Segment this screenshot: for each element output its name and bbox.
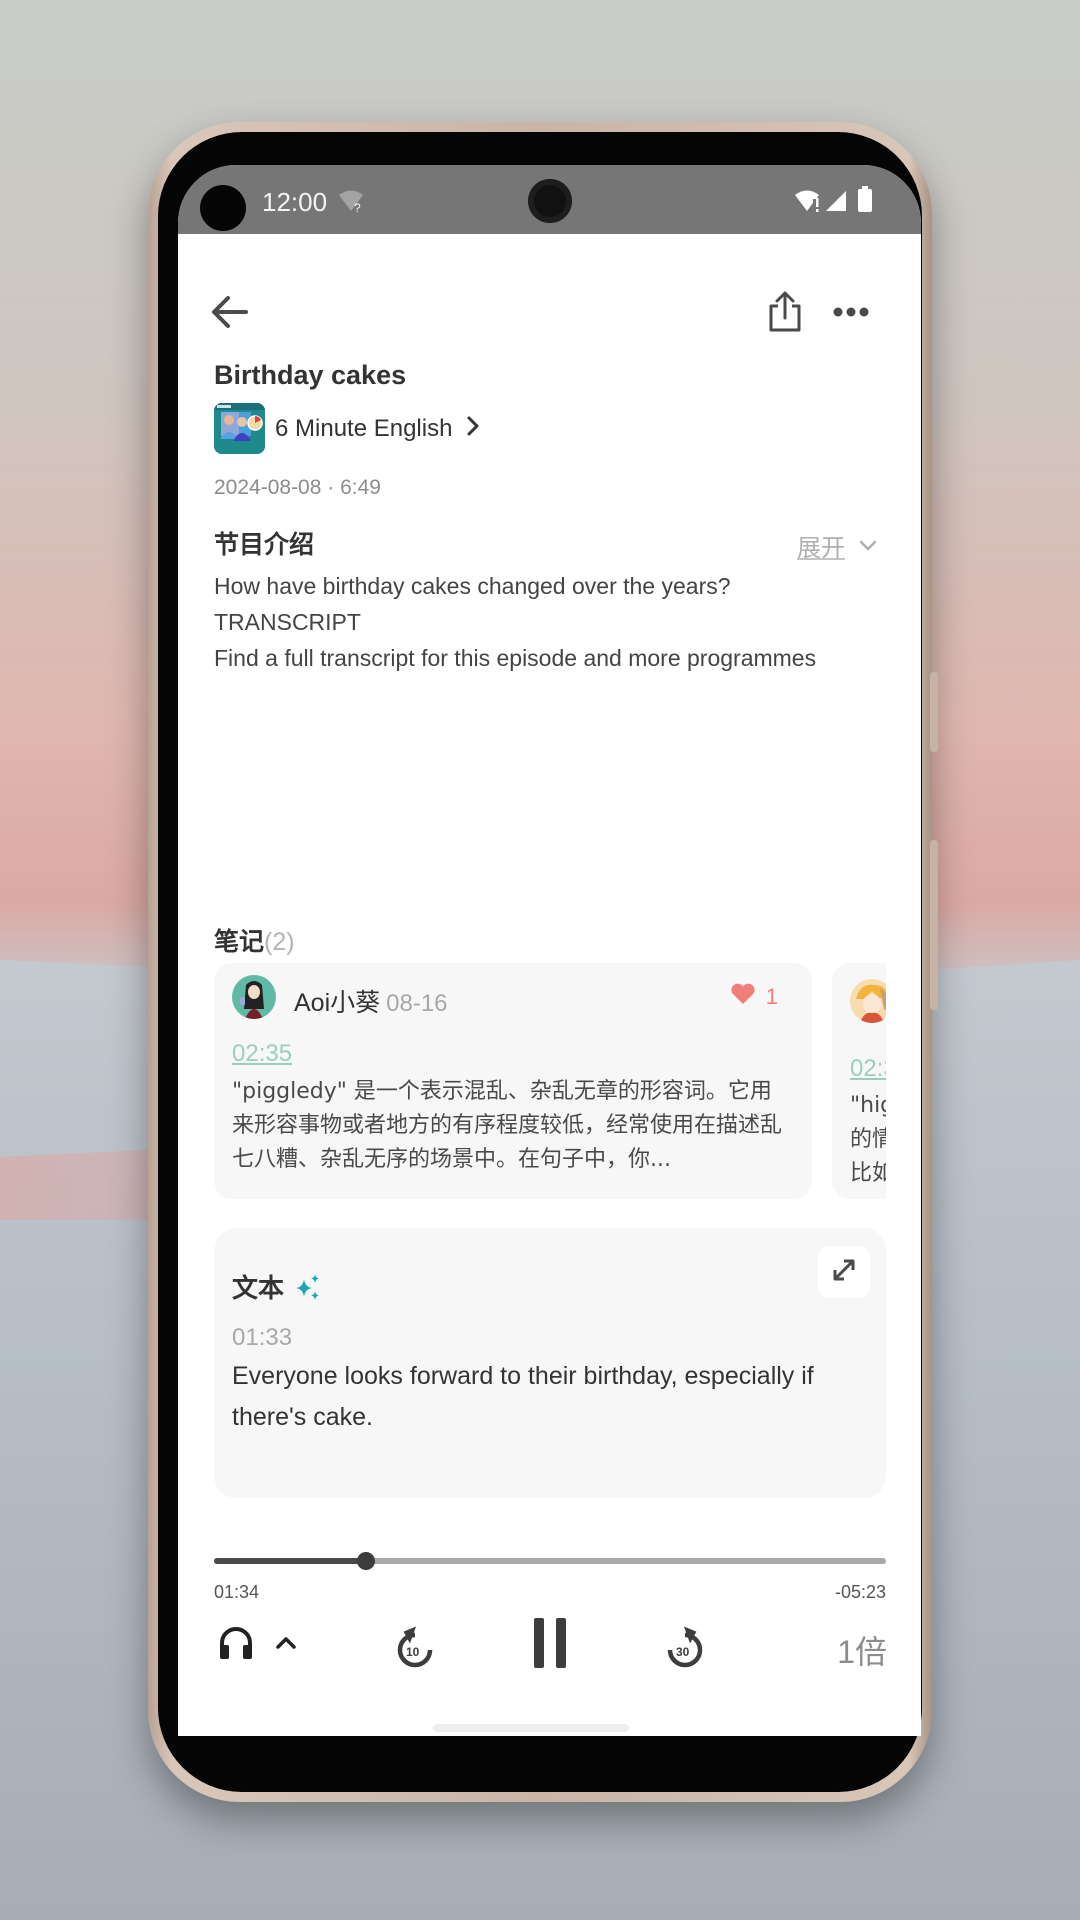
podcast-name: 6 Minute English (275, 414, 453, 442)
pause-button[interactable] (525, 1617, 575, 1673)
audio-output-button[interactable] (214, 1623, 258, 1667)
like-button[interactable]: 1 (730, 983, 778, 1011)
camera-cutout (200, 185, 246, 231)
expand-player-button[interactable] (268, 1623, 304, 1667)
note-timestamp-link[interactable]: 02:3 (850, 1055, 886, 1083)
share-icon (768, 290, 802, 337)
transcript-timestamp[interactable]: 01:33 (232, 1324, 292, 1352)
podcast-cover (214, 403, 265, 454)
chevron-down-icon (859, 540, 877, 552)
rewind-seconds: 10 (406, 1645, 420, 1659)
description-line: Find a full transcript for this episode … (214, 645, 817, 671)
screen: 12:00 ? Birthday cakes 6 Minute English … (178, 165, 921, 1736)
back-button[interactable] (206, 290, 254, 338)
note-text-line: 的情 (850, 1127, 886, 1152)
elapsed-time: 01:34 (214, 1582, 260, 1602)
description-line: TRANSCRIPT (214, 609, 361, 635)
episode-date-duration: 2024-08-08 · 6:49 (214, 476, 381, 499)
rewind-10-icon: 10 (394, 1625, 436, 1671)
svg-text:?: ? (354, 201, 361, 213)
seek-thumb[interactable] (356, 1552, 375, 1570)
podcast-link[interactable]: 6 Minute English (214, 403, 480, 454)
pause-icon (533, 1617, 567, 1674)
episode-title: Birthday cakes (214, 360, 407, 390)
note-card[interactable]: 02:3 "hig 的情 比如 (832, 963, 886, 1199)
power-button (930, 672, 938, 752)
more-horizontal-icon (833, 304, 869, 322)
chevron-right-icon (466, 415, 480, 442)
note-text-line: "hig (850, 1093, 886, 1118)
phone-frame: 12:00 ? Birthday cakes 6 Minute English … (148, 122, 938, 1802)
description-heading: 节目介绍 (214, 531, 315, 559)
battery-icon (858, 186, 872, 217)
sparkle-icon (294, 1273, 322, 1301)
volume-button (930, 840, 938, 1010)
rewind-button[interactable]: 10 (390, 1623, 440, 1673)
note-text: "hig 的情 比如 (850, 1089, 886, 1191)
cell-signal-icon (824, 189, 848, 218)
phone-bezel: 12:00 ? Birthday cakes 6 Minute English … (158, 132, 922, 1792)
transcript-heading-label: 文本 (232, 1273, 285, 1303)
forward-seconds: 30 (676, 1645, 690, 1659)
notes-heading-label: 笔记 (214, 928, 265, 956)
expand-label: 展开 (797, 535, 845, 562)
fullscreen-button[interactable] (818, 1246, 870, 1298)
headphones-icon (218, 1625, 254, 1666)
wifi-alert-icon (794, 189, 822, 218)
notes-carousel[interactable]: Aoi小葵 08-16 1 02:35 "piggledy" 是一个表示混乱、杂乱… (214, 963, 886, 1199)
chevron-up-icon (275, 1636, 297, 1655)
note-text: "piggledy" 是一个表示混乱、杂乱无章的形容词。它用来形容事物或者地方的… (232, 1079, 783, 1172)
note-author-name: Aoi小葵 (294, 989, 381, 1017)
forward-30-icon: 30 (664, 1625, 706, 1671)
description-line: How have birthday cakes changed over the… (214, 573, 731, 599)
share-button[interactable] (760, 287, 810, 339)
wifi-unknown-icon: ? (338, 189, 364, 218)
avatar (850, 979, 886, 1023)
note-text-line: 比如 (850, 1161, 886, 1186)
forward-button[interactable]: 30 (660, 1623, 710, 1673)
avatar (232, 975, 276, 1019)
notes-heading: 笔记(2) (214, 922, 295, 958)
front-camera (528, 179, 572, 223)
note-author[interactable]: Aoi小葵 08-16 (294, 983, 448, 1019)
expand-diagonal-icon (831, 1257, 857, 1288)
playback-speed-button[interactable]: 1倍 (837, 1627, 887, 1673)
notes-count: (2) (264, 928, 295, 956)
note-card[interactable]: Aoi小葵 08-16 1 02:35 "piggledy" 是一个表示混乱、杂乱… (214, 963, 812, 1199)
more-button[interactable] (826, 293, 876, 333)
remaining-time: -05:23 (834, 1582, 886, 1602)
description-text: How have birthday cakes changed over the… (214, 568, 894, 676)
like-count: 1 (765, 984, 778, 1009)
status-bar: 12:00 ? (178, 165, 921, 234)
expand-button[interactable]: 展开 (797, 528, 877, 563)
arrow-left-icon (210, 294, 250, 335)
note-timestamp-link[interactable]: 02:35 (232, 1040, 292, 1068)
transcript-card[interactable]: 文本 01:33 Everyone looks forward to their… (214, 1228, 886, 1498)
home-indicator[interactable] (433, 1724, 629, 1732)
note-date: 08-16 (386, 990, 448, 1017)
seek-bar[interactable] (214, 1546, 886, 1576)
heart-icon (730, 983, 756, 1011)
transcript-heading: 文本 (232, 1268, 322, 1305)
seek-fill (214, 1558, 366, 1564)
transcript-text: Everyone looks forward to their birthday… (232, 1362, 814, 1431)
status-time: 12:00 (262, 187, 328, 217)
